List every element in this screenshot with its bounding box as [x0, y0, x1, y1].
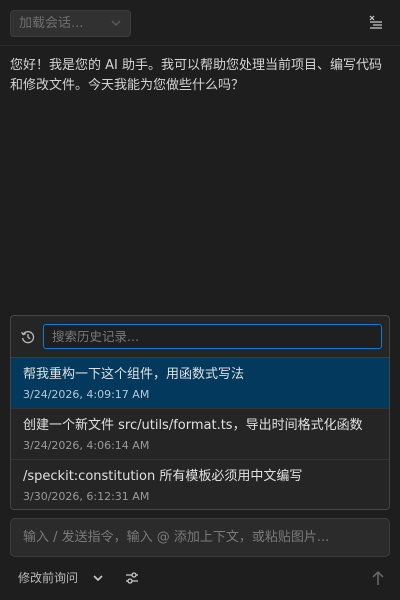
- history-item[interactable]: /speckit:constitution 所有模板必须用中文编写 3/30/2…: [11, 460, 389, 509]
- assistant-message: 您好！我是您的 AI 助手。我可以帮助您处理当前项目、编写代码和修改文件。今天我…: [10, 58, 382, 93]
- message-input[interactable]: [11, 519, 389, 556]
- history-item-time: 3/30/2026, 6:12:31 AM: [23, 490, 150, 503]
- session-select-placeholder: 加载会话...: [19, 16, 84, 31]
- arrow-up-icon[interactable]: [370, 569, 386, 587]
- mode-select[interactable]: 修改前询问: [18, 568, 104, 588]
- chevron-down-icon: [111, 20, 121, 27]
- message-composer: [10, 518, 390, 557]
- history-item[interactable]: 创建一个新文件 src/utils/format.ts，导出时间格式化函数 3/…: [11, 409, 389, 460]
- session-select[interactable]: 加载会话...: [10, 10, 131, 37]
- history-item-time: 3/24/2026, 4:09:17 AM: [23, 388, 150, 401]
- history-item-time: 3/24/2026, 4:06:14 AM: [23, 439, 150, 452]
- history-search-bar: [11, 316, 389, 358]
- history-item-title: 帮我重构一下这个组件，用函数式写法: [23, 367, 245, 382]
- chevron-down-icon: [93, 575, 103, 582]
- history-search-input[interactable]: [43, 324, 382, 349]
- history-item[interactable]: 帮我重构一下这个组件，用函数式写法 3/24/2026, 4:09:17 AM: [11, 358, 389, 409]
- sliders-icon[interactable]: [124, 570, 140, 586]
- history-item-title: 创建一个新文件 src/utils/format.ts，导出时间格式化函数: [23, 418, 363, 433]
- mode-select-label: 修改前询问: [18, 571, 79, 585]
- history-item-title: /speckit:constitution 所有模板必须用中文编写: [23, 469, 303, 484]
- clear-all-icon[interactable]: [366, 13, 386, 33]
- top-bar: 加载会话...: [0, 0, 400, 46]
- history-icon: [21, 330, 35, 344]
- history-popup: 帮我重构一下这个组件，用函数式写法 3/24/2026, 4:09:17 AM …: [10, 315, 390, 510]
